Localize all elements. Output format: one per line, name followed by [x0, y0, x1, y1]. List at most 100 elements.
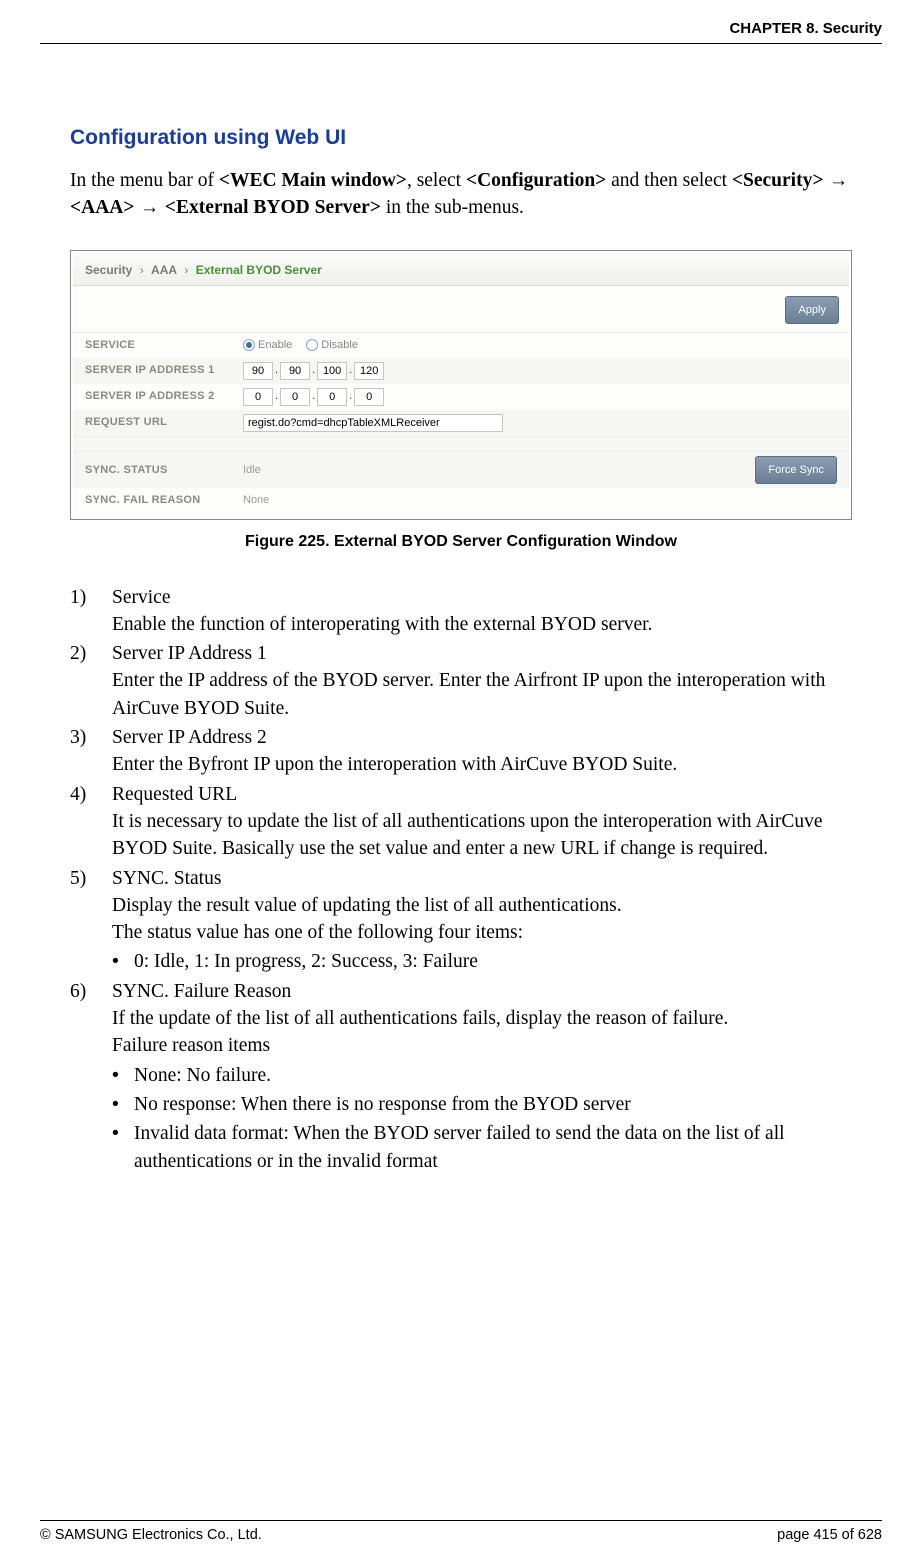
list-item-title: SYNC. Failure Reason: [112, 978, 852, 1005]
ip-separator: .: [312, 388, 315, 405]
sub-bullet: •0: Idle, 1: In progress, 2: Success, 3:…: [112, 948, 852, 975]
radio-disable[interactable]: [306, 339, 318, 351]
ip2-octet-a[interactable]: [243, 388, 273, 406]
ip2-octet-c[interactable]: [317, 388, 347, 406]
list-item-desc: Failure reason items: [112, 1032, 852, 1059]
list-number: 1): [70, 584, 112, 639]
bullet-icon: •: [112, 1120, 134, 1175]
list-item-title: Server IP Address 2: [112, 724, 852, 751]
intro-bold: <AAA>: [70, 197, 134, 218]
ip-separator: .: [349, 388, 352, 405]
list-number: 3): [70, 724, 112, 779]
radio-enable-label: Enable: [258, 337, 292, 354]
intro-text: In the menu bar of: [70, 170, 219, 191]
ip1-octet-b[interactable]: [280, 362, 310, 380]
list-item-desc: Enter the Byfront IP upon the interopera…: [112, 751, 852, 778]
arrow-icon: →: [134, 196, 164, 218]
ip-separator: .: [349, 362, 352, 379]
intro-bold: <Configuration>: [466, 170, 606, 191]
list-item-desc: If the update of the list of all authent…: [112, 1005, 852, 1032]
ip1-octet-a[interactable]: [243, 362, 273, 380]
list-item-desc: It is necessary to update the list of al…: [112, 808, 852, 863]
ip1-octet-d[interactable]: [354, 362, 384, 380]
list-item-title: Server IP Address 1: [112, 640, 852, 667]
bullet-icon: •: [112, 1062, 134, 1089]
figure-screenshot: Security › AAA › External BYOD Server Ap…: [70, 250, 852, 520]
list-item: 6)SYNC. Failure ReasonIf the update of t…: [70, 978, 852, 1175]
figure-caption: Figure 225. External BYOD Server Configu…: [70, 530, 852, 554]
bullet-icon: •: [112, 948, 134, 975]
list-item-title: SYNC. Status: [112, 865, 852, 892]
page-header: CHAPTER 8. Security: [40, 18, 882, 44]
list-item-title: Service: [112, 584, 852, 611]
intro-bold: <External BYOD Server>: [165, 197, 381, 218]
breadcrumb-item: Security: [85, 263, 132, 277]
numbered-list: 1)ServiceEnable the function of interope…: [70, 584, 852, 1175]
list-body: ServiceEnable the function of interopera…: [112, 584, 852, 639]
list-number: 6): [70, 978, 112, 1175]
bullet-icon: •: [112, 1091, 134, 1118]
list-item-desc: Enable the function of interoperating wi…: [112, 611, 852, 638]
breadcrumb: Security › AAA › External BYOD Server: [73, 253, 849, 286]
list-body: SYNC. StatusDisplay the result value of …: [112, 865, 852, 976]
list-number: 2): [70, 640, 112, 722]
sub-bullet: •None: No failure.: [112, 1062, 852, 1089]
intro-text: in the sub-menus.: [381, 197, 524, 218]
sub-bullet: •Invalid data format: When the BYOD serv…: [112, 1120, 852, 1175]
list-item: 3)Server IP Address 2Enter the Byfront I…: [70, 724, 852, 779]
intro-bold: <Security>: [732, 170, 824, 191]
ip2-label: SERVER IP ADDRESS 2: [85, 388, 243, 405]
arrow-icon: →: [823, 169, 848, 191]
ip-separator: .: [312, 362, 315, 379]
service-label: SERVICE: [85, 337, 243, 354]
bullet-text: No response: When there is no response f…: [134, 1091, 852, 1118]
ip-separator: .: [275, 362, 278, 379]
page-footer: © SAMSUNG Electronics Co., Ltd. page 415…: [40, 1520, 882, 1547]
force-sync-button[interactable]: Force Sync: [755, 456, 837, 485]
list-number: 4): [70, 781, 112, 863]
sync-fail-label: SYNC. FAIL REASON: [85, 492, 243, 509]
sync-status-label: SYNC. STATUS: [85, 462, 243, 479]
intro-text: and then select: [606, 170, 732, 191]
section-title: Configuration using Web UI: [70, 122, 852, 154]
sync-fail-value: None: [243, 492, 269, 509]
intro-bold: <WEC Main window>: [219, 170, 407, 191]
list-body: Server IP Address 2Enter the Byfront IP …: [112, 724, 852, 779]
intro-text: , select: [407, 170, 466, 191]
list-body: SYNC. Failure ReasonIf the update of the…: [112, 978, 852, 1175]
ip1-label: SERVER IP ADDRESS 1: [85, 362, 243, 379]
list-item-desc: Enter the IP address of the BYOD server.…: [112, 667, 852, 722]
footer-page-number: page 415 of 628: [777, 1525, 882, 1547]
bullet-text: None: No failure.: [134, 1062, 852, 1089]
bullet-text: Invalid data format: When the BYOD serve…: [134, 1120, 852, 1175]
url-label: REQUEST URL: [85, 414, 243, 431]
list-item-title: Requested URL: [112, 781, 852, 808]
breadcrumb-current: External BYOD Server: [196, 263, 322, 277]
intro-paragraph: In the menu bar of <WEC Main window>, se…: [70, 167, 852, 222]
footer-copyright: © SAMSUNG Electronics Co., Ltd.: [40, 1525, 262, 1547]
chevron-right-icon: ›: [140, 263, 144, 277]
radio-disable-label: Disable: [321, 337, 358, 354]
list-item: 4)Requested URLIt is necessary to update…: [70, 781, 852, 863]
radio-enable[interactable]: [243, 339, 255, 351]
list-item: 1)ServiceEnable the function of interope…: [70, 584, 852, 639]
list-item-desc: The status value has one of the followin…: [112, 919, 852, 946]
list-item-desc: Display the result value of updating the…: [112, 892, 852, 919]
ip1-octet-c[interactable]: [317, 362, 347, 380]
separator-row: [73, 436, 849, 452]
list-number: 5): [70, 865, 112, 976]
list-body: Requested URLIt is necessary to update t…: [112, 781, 852, 863]
sync-status-value: Idle: [243, 462, 261, 479]
chevron-right-icon: ›: [184, 263, 188, 277]
list-item: 2)Server IP Address 1Enter the IP addres…: [70, 640, 852, 722]
list-item: 5)SYNC. StatusDisplay the result value o…: [70, 865, 852, 976]
list-body: Server IP Address 1Enter the IP address …: [112, 640, 852, 722]
ip2-octet-d[interactable]: [354, 388, 384, 406]
bullet-text: 0: Idle, 1: In progress, 2: Success, 3: …: [134, 948, 852, 975]
ip-separator: .: [275, 388, 278, 405]
url-input[interactable]: [243, 414, 503, 432]
sub-bullet: •No response: When there is no response …: [112, 1091, 852, 1118]
breadcrumb-item: AAA: [151, 263, 177, 277]
ip2-octet-b[interactable]: [280, 388, 310, 406]
apply-button[interactable]: Apply: [785, 296, 839, 325]
